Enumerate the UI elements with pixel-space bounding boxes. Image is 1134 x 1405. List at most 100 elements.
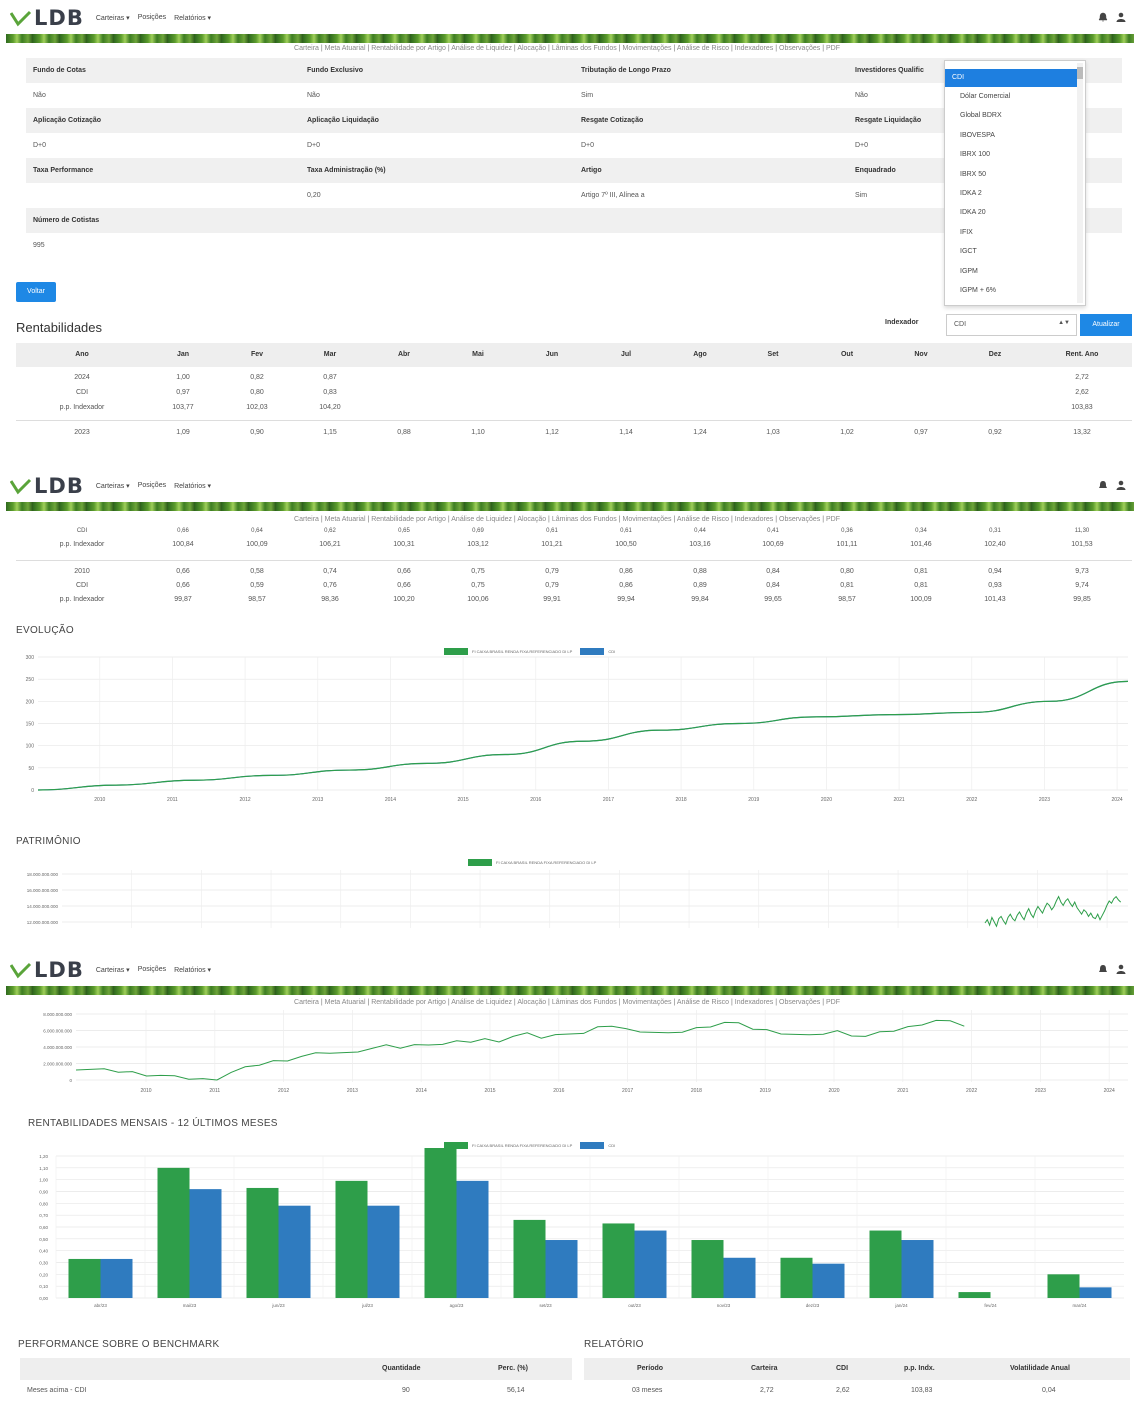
menu-relatorios[interactable]: Relatórios ▾ (174, 14, 211, 22)
logo[interactable]: LDB (10, 6, 84, 30)
dropdown-option[interactable]: IGPM (945, 262, 1085, 281)
info-value: D+0 (307, 142, 321, 149)
subnav-indexadores[interactable]: Indexadores (735, 516, 774, 523)
subnav-analise-liquidez[interactable]: Análise de Liquidez (451, 516, 512, 523)
menu-carteiras[interactable]: Carteiras ▾ (96, 482, 130, 490)
subnav-laminas[interactable]: Lâminas dos Fundos (552, 516, 617, 523)
dropdown-option[interactable]: Dólar Comercial (945, 87, 1085, 106)
subnav-analise-risco[interactable]: Análise de Risco (677, 45, 729, 52)
dropdown-option[interactable]: IGPM + 6% (945, 281, 1085, 300)
dropdown-option[interactable]: IBRX 100 (945, 145, 1085, 164)
subnav-laminas[interactable]: Lâminas dos Fundos (552, 999, 617, 1006)
subnav-laminas[interactable]: Lâminas dos Fundos (552, 45, 617, 52)
table-cell: 100,50 (615, 541, 637, 548)
table-cell: 2024 (74, 374, 90, 381)
menu-carteiras[interactable]: Carteiras ▾ (96, 14, 130, 22)
subnav-meta-atuarial[interactable]: Meta Atuarial (325, 999, 366, 1006)
subnav-pdf[interactable]: PDF (826, 999, 840, 1006)
x-tick-label: 2021 (897, 1088, 908, 1094)
logo[interactable]: LDB (10, 958, 84, 982)
menu-carteiras[interactable]: Carteiras ▾ (96, 966, 130, 974)
subnav-analise-risco[interactable]: Análise de Risco (677, 999, 729, 1006)
dropdown-option[interactable]: IDKA 2 (945, 184, 1085, 203)
user-icon[interactable] (1116, 12, 1126, 22)
table-cell: 0,86 (619, 568, 633, 575)
subnav-movimentacoes[interactable]: Movimentações (623, 516, 672, 523)
user-icon[interactable] (1116, 480, 1126, 490)
subnav-pdf[interactable]: PDF (826, 516, 840, 523)
table-cell: 0,81 (914, 568, 928, 575)
menu-posicoes[interactable]: Posições (138, 482, 166, 490)
dropdown-option[interactable]: IDKA 20 (945, 203, 1085, 222)
x-tick-label: out/23 (628, 1303, 641, 1308)
menu-relatorios[interactable]: Relatórios ▾ (174, 966, 211, 974)
dropdown-option[interactable]: IGCT (945, 242, 1085, 261)
indexador-select[interactable]: CDI ▲▼ (946, 314, 1077, 336)
subnav-alocacao[interactable]: Alocação (517, 45, 546, 52)
bell-icon[interactable] (1098, 964, 1108, 974)
dropdown-option[interactable]: IBOVESPA (945, 126, 1085, 145)
bar-fund (602, 1223, 635, 1298)
subnav-alocacao[interactable]: Alocação (517, 516, 546, 523)
menu-relatorios[interactable]: Relatórios ▾ (174, 482, 211, 490)
subnav: Carteira | Meta Atuarial | Rentabilidade… (294, 45, 840, 52)
indexador-dropdown-list[interactable]: CDI Dólar Comercial Global BDRX IBOVESPA… (944, 60, 1086, 306)
dropdown-option[interactable]: Global BDRX (945, 106, 1085, 125)
y-tick-label: 150 (26, 722, 35, 728)
table-cell: 103,83 (911, 1387, 933, 1394)
subnav-observacoes[interactable]: Observações (779, 516, 820, 523)
info-value: D+0 (581, 142, 595, 149)
x-tick-label: 2013 (347, 1088, 358, 1094)
bell-icon[interactable] (1098, 480, 1108, 490)
subnav-meta-atuarial[interactable]: Meta Atuarial (325, 516, 366, 523)
table-cell: 99,85 (1073, 596, 1091, 603)
dropdown-option[interactable]: IBRX 50 (945, 165, 1085, 184)
subnav-movimentacoes[interactable]: Movimentações (623, 45, 672, 52)
subnav-rentabilidade-artigo[interactable]: Rentabilidade por Artigo (371, 45, 446, 52)
table-cell: 2,72 (760, 1387, 774, 1394)
logo[interactable]: LDB (10, 474, 84, 498)
menu-posicoes[interactable]: Posições (138, 14, 166, 22)
subnav-indexadores[interactable]: Indexadores (735, 999, 774, 1006)
bell-icon[interactable] (1098, 12, 1108, 22)
subnav-alocacao[interactable]: Alocação (517, 999, 546, 1006)
dropdown-scrollbar[interactable] (1077, 63, 1083, 303)
subnav-carteira[interactable]: Carteira (294, 45, 319, 52)
screenshot-fund-details: LDB Carteiras ▾ Posições Relatórios ▾ Ca… (0, 0, 1134, 445)
table-cell: 03 meses (632, 1387, 663, 1394)
table-cell: 0,34 (915, 528, 927, 534)
subnav-carteira[interactable]: Carteira (294, 999, 319, 1006)
subnav-rentabilidade-artigo[interactable]: Rentabilidade por Artigo (371, 999, 446, 1006)
x-tick-label: fev/24 (984, 1303, 997, 1308)
bar-cdi (545, 1240, 578, 1298)
subnav-movimentacoes[interactable]: Movimentações (623, 999, 672, 1006)
back-button[interactable]: Voltar (16, 282, 56, 302)
subnav-indexadores[interactable]: Indexadores (735, 45, 774, 52)
scrollbar-thumb[interactable] (1077, 67, 1083, 79)
subnav-observacoes[interactable]: Observações (779, 45, 820, 52)
subnav-carteira[interactable]: Carteira (294, 516, 319, 523)
table-cell: 0,88 (397, 429, 411, 436)
subnav-rentabilidade-artigo[interactable]: Rentabilidade por Artigo (371, 516, 446, 523)
subnav-analise-liquidez[interactable]: Análise de Liquidez (451, 45, 512, 52)
subnav-meta-atuarial[interactable]: Meta Atuarial (325, 45, 366, 52)
table-cell: p.p. Indexador (59, 404, 105, 411)
subnav-analise-liquidez[interactable]: Análise de Liquidez (451, 999, 512, 1006)
info-header: Fundo de Cotas (33, 67, 86, 74)
main-menu: Carteiras ▾ Posições Relatórios ▾ (96, 14, 211, 22)
bar-fund (513, 1219, 546, 1298)
subnav-analise-risco[interactable]: Análise de Risco (677, 516, 729, 523)
update-button[interactable]: Atualizar (1080, 314, 1132, 336)
column-header: Set (767, 351, 779, 358)
benchmark-table: Quantidade Perc. (%) Meses acima - CDI 9… (20, 1358, 572, 1402)
dropdown-option[interactable]: IFIX (945, 223, 1085, 242)
subnav-pdf[interactable]: PDF (826, 45, 840, 52)
menu-posicoes[interactable]: Posições (138, 966, 166, 974)
header-banner (6, 986, 1134, 995)
user-icon[interactable] (1116, 964, 1126, 974)
dropdown-option[interactable]: CDI (945, 69, 1077, 87)
table-cell: 0,75 (471, 568, 485, 575)
table-row: 2023 1,09 0,90 1,15 0,88 1,10 1,12 1,14 1,24 1,03… (16, 429, 1132, 441)
subnav-observacoes[interactable]: Observações (779, 999, 820, 1006)
info-header: Taxa Administração (%) (307, 167, 386, 174)
